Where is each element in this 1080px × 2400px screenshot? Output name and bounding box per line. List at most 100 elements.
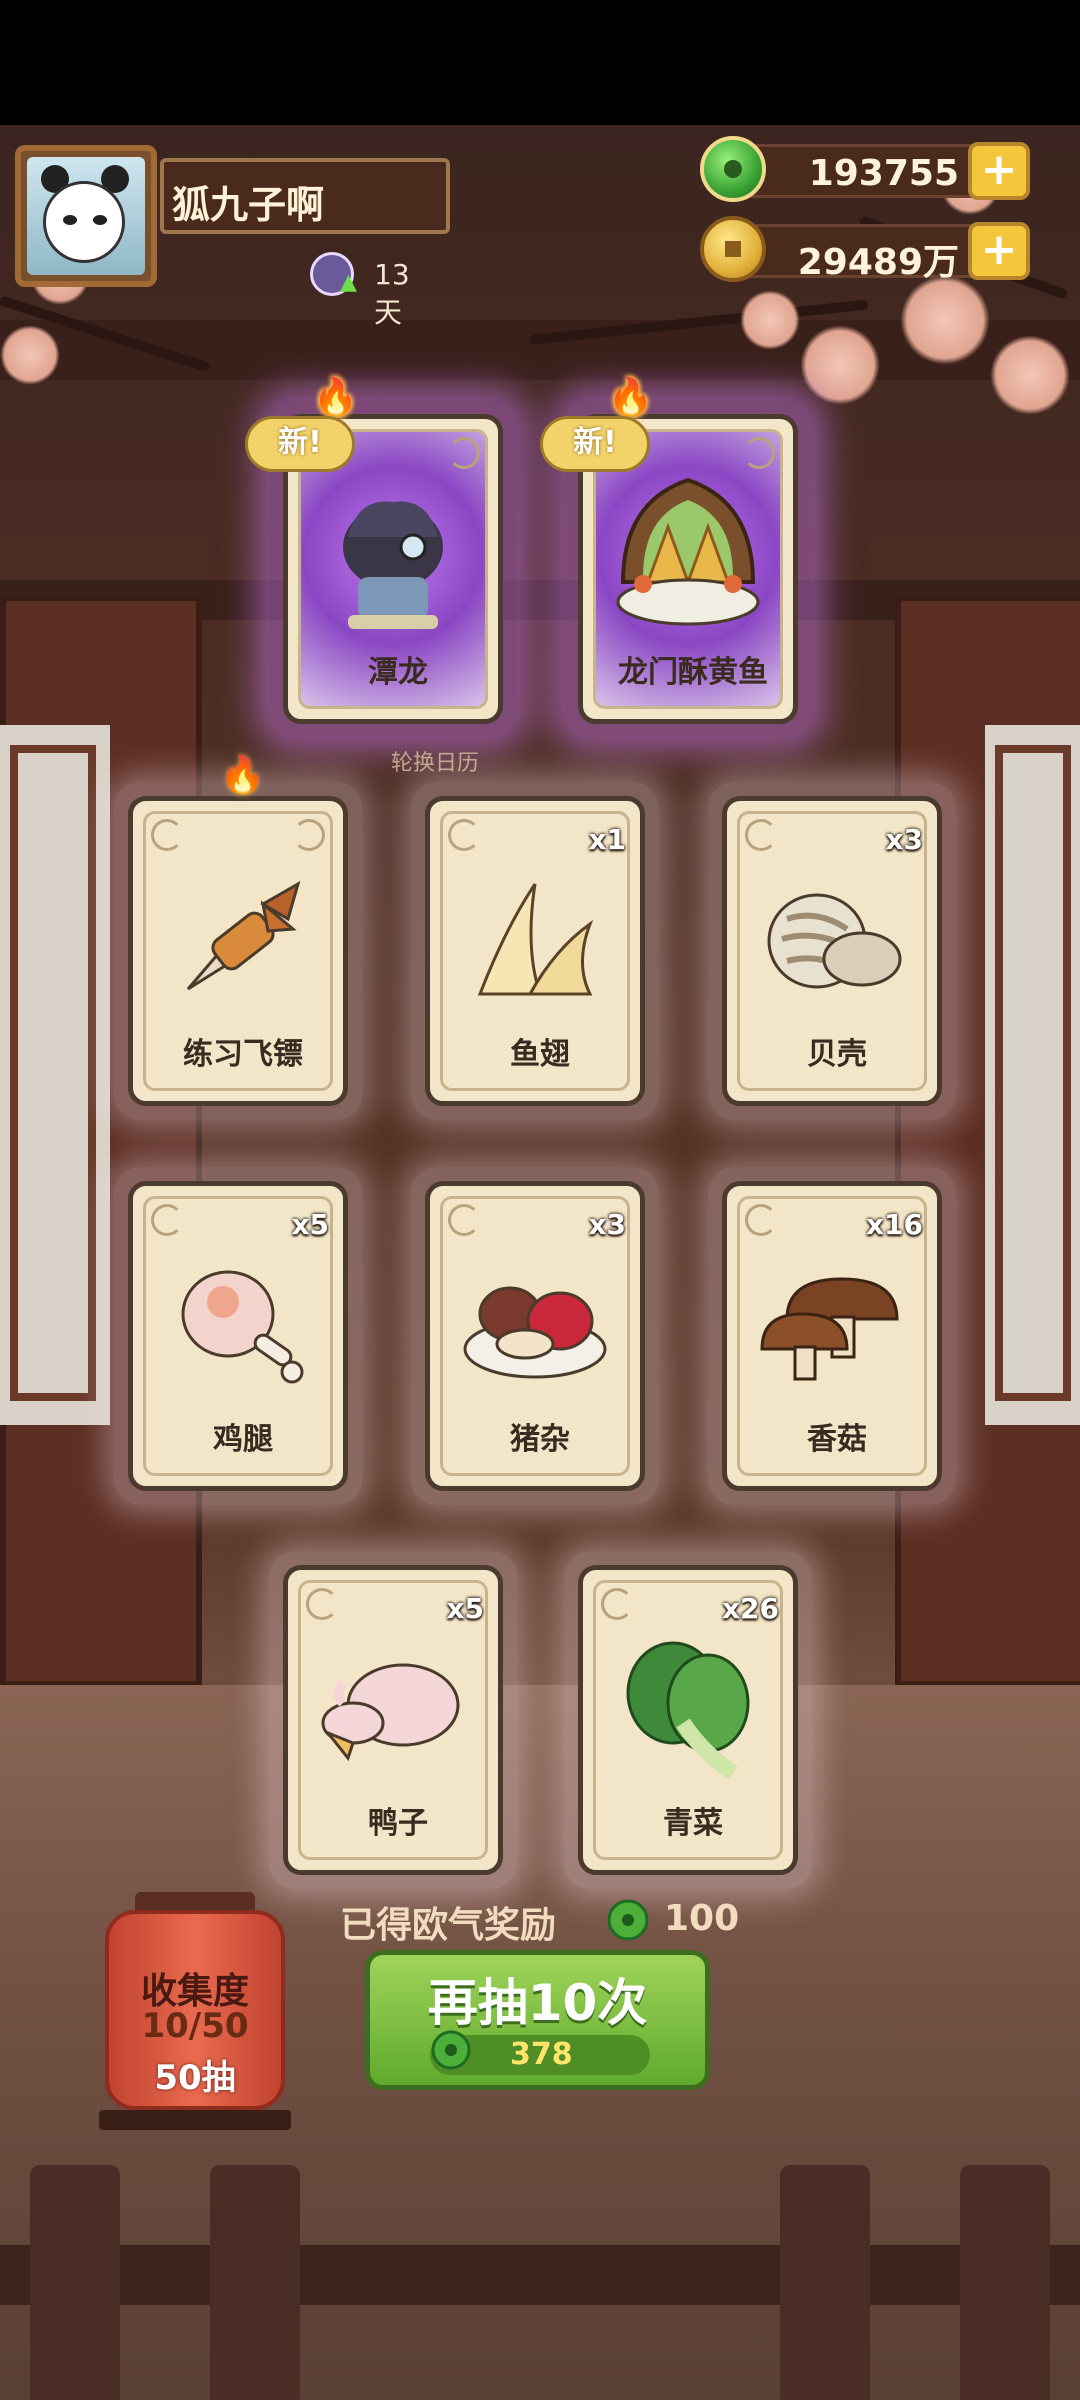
shark-fin-icon bbox=[477, 883, 594, 996]
card-frame: 贝壳 x3 bbox=[722, 796, 942, 1106]
card-count: x16 bbox=[865, 1208, 923, 1241]
jade-bar: 193755 bbox=[740, 144, 980, 198]
swirl-ornament bbox=[448, 437, 480, 469]
new-badge: 新! bbox=[245, 416, 355, 472]
card-count: x26 bbox=[721, 1592, 779, 1625]
card-pork-offal[interactable]: 猪杂 x3 bbox=[411, 1167, 659, 1505]
card-duck[interactable]: 鸭子 x5 bbox=[269, 1551, 517, 1889]
swirl-ornament bbox=[293, 819, 325, 851]
draw-ten-button[interactable]: 再抽10次 378 bbox=[365, 1950, 710, 2090]
up-arrow-icon: ▲ bbox=[340, 270, 357, 295]
collection-progress: 10/50 bbox=[141, 2006, 249, 2046]
rotation-calendar-label[interactable]: 轮换日历 bbox=[360, 745, 510, 777]
draw-cost: 378 bbox=[510, 2037, 573, 2072]
draw-button-label: 再抽10次 bbox=[427, 1974, 648, 2032]
coin-value: 29489万 bbox=[797, 242, 959, 283]
swirl-ornament bbox=[306, 1588, 338, 1620]
card-frame: 香菇 x16 bbox=[722, 1181, 942, 1491]
player-name: 狐九子啊 bbox=[172, 183, 325, 227]
card-longmen-fish[interactable]: 龙门酥黄鱼 🔥 🔥 🔥 🔥 新! bbox=[540, 377, 812, 738]
card-count: x1 bbox=[588, 823, 626, 856]
fire-icon: 🔥 bbox=[220, 755, 265, 796]
swirl-ornament bbox=[601, 1588, 633, 1620]
reward-value: 100 bbox=[664, 1898, 740, 1939]
card-frame: 猪杂 x3 bbox=[425, 1181, 645, 1491]
player-name-bar: 狐九子啊 bbox=[160, 158, 450, 234]
chicken-leg-icon bbox=[181, 1270, 304, 1384]
swirl-ornament bbox=[151, 1204, 183, 1236]
jade-icon bbox=[607, 1899, 649, 1941]
pork-offal-icon bbox=[463, 1286, 607, 1379]
days-count: 13天 bbox=[374, 258, 410, 329]
duck-icon bbox=[321, 1663, 460, 1762]
card-frame: 鸭子 x5 bbox=[283, 1565, 503, 1875]
swirl-ornament bbox=[448, 1204, 480, 1236]
blossom bbox=[800, 325, 880, 405]
card-count: x5 bbox=[446, 1592, 484, 1625]
reward-label: 已得欧气奖励 bbox=[340, 1905, 557, 1946]
lattice bbox=[10, 745, 96, 1401]
card-count: x3 bbox=[588, 1208, 626, 1241]
card-frame: 鸡腿 x5 bbox=[128, 1181, 348, 1491]
card-shell[interactable]: 贝壳 x3 bbox=[708, 782, 956, 1120]
swirl-ornament bbox=[743, 437, 775, 469]
jade-currency: 193755 + bbox=[700, 136, 1030, 202]
card-label: 青菜 bbox=[663, 1806, 723, 1841]
blossom bbox=[0, 325, 60, 385]
lantern-base bbox=[99, 2110, 291, 2130]
card-frame: 鱼翅 x1 bbox=[425, 796, 645, 1106]
fence-post bbox=[960, 2165, 1050, 2400]
add-coins-button[interactable]: + bbox=[968, 222, 1030, 280]
card-label: 鸡腿 bbox=[213, 1422, 273, 1457]
card-mushroom[interactable]: 香菇 x16 bbox=[708, 1167, 956, 1505]
card-practice-dart[interactable]: 练习飞镖 🔥 bbox=[114, 755, 362, 1120]
coin-currency: 29489万 + bbox=[700, 216, 1030, 283]
fence-post bbox=[30, 2165, 120, 2400]
card-label: 潭龙 bbox=[368, 655, 428, 690]
coin-bar: 29489万 bbox=[740, 224, 980, 283]
card-label: 龙门酥黄鱼 bbox=[618, 655, 768, 690]
fence-post bbox=[780, 2165, 870, 2400]
days-badge[interactable]: ▲ 13天 bbox=[310, 250, 430, 329]
mushroom-icon bbox=[760, 1277, 899, 1381]
card-count: x5 bbox=[291, 1208, 329, 1241]
jade-icon bbox=[700, 136, 766, 202]
card-chicken-leg[interactable]: 鸡腿 x5 bbox=[114, 1167, 362, 1505]
jade-icon bbox=[431, 2030, 471, 2070]
card-greens[interactable]: 青菜 x26 bbox=[564, 1551, 812, 1889]
lattice bbox=[995, 745, 1071, 1401]
dragon-icon bbox=[343, 501, 443, 629]
card-label: 贝壳 bbox=[807, 1037, 867, 1072]
card-frame: 青菜 x26 bbox=[578, 1565, 798, 1875]
card-frame: 练习飞镖 bbox=[128, 796, 348, 1106]
blossom bbox=[900, 275, 990, 365]
card-label: 鱼翅 bbox=[510, 1037, 570, 1072]
fire-icon: 🔥 bbox=[608, 377, 653, 418]
coin-icon bbox=[700, 216, 766, 282]
fence-rail bbox=[0, 2245, 1080, 2305]
collection-lantern[interactable]: 收集度 10/50 50抽 bbox=[99, 1892, 291, 2132]
swirl-ornament bbox=[448, 819, 480, 851]
new-badge: 新! bbox=[540, 416, 650, 472]
panda-eye bbox=[93, 215, 107, 225]
player-avatar[interactable] bbox=[15, 145, 157, 287]
card-count: x3 bbox=[885, 823, 923, 856]
shell-icon bbox=[767, 893, 902, 989]
card-tanlong[interactable]: 潭龙 🔥 🔥 🔥 🔥 新! bbox=[245, 377, 517, 738]
fried-fish-icon bbox=[616, 477, 760, 626]
swirl-ornament bbox=[745, 819, 777, 851]
card-label: 香菇 bbox=[807, 1422, 867, 1457]
greens-icon bbox=[626, 1641, 750, 1780]
card-label: 练习飞镖 bbox=[183, 1037, 303, 1072]
card-label: 猪杂 bbox=[510, 1422, 570, 1457]
blossom bbox=[740, 290, 800, 350]
blossom bbox=[990, 335, 1070, 415]
card-shark-fin[interactable]: 鱼翅 x1 bbox=[411, 782, 659, 1120]
card-label: 鸭子 bbox=[368, 1806, 428, 1841]
swirl-ornament bbox=[151, 819, 183, 851]
fire-icon: 🔥 bbox=[313, 377, 358, 418]
panda-eye bbox=[63, 215, 77, 225]
swirl-ornament bbox=[745, 1204, 777, 1236]
collection-draws: 50抽 bbox=[154, 2058, 236, 2098]
add-jade-button[interactable]: + bbox=[968, 142, 1030, 200]
